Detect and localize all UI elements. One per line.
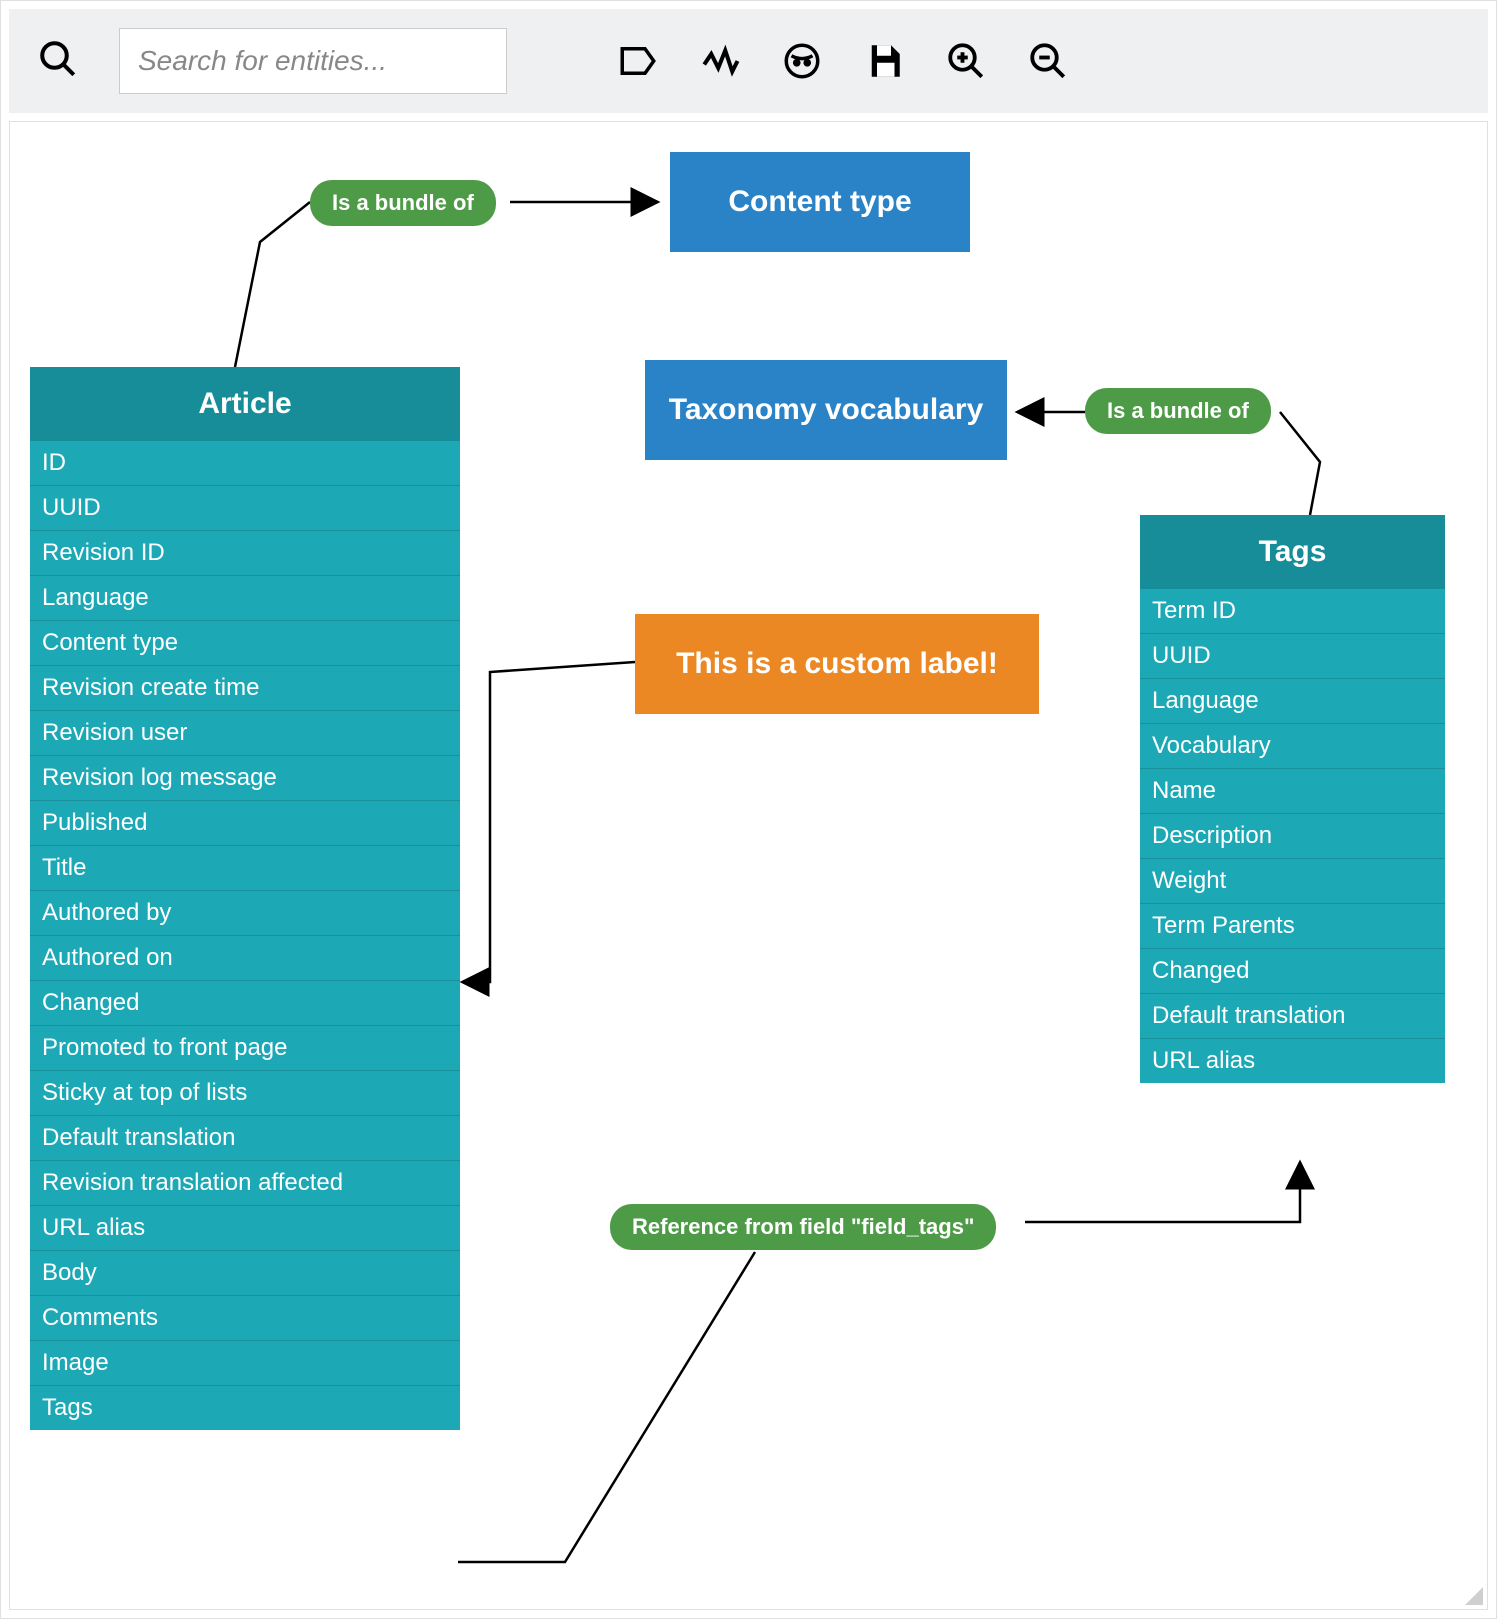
entity-article-field[interactable]: Default translation bbox=[30, 1116, 460, 1161]
type-box-taxonomy-vocabulary[interactable]: Taxonomy vocabulary bbox=[645, 360, 1007, 460]
entity-article-field[interactable]: Revision create time bbox=[30, 666, 460, 711]
edge-label-reference-tags[interactable]: Reference from field "field_tags" bbox=[610, 1204, 996, 1250]
entity-tags[interactable]: Tags Term IDUUIDLanguageVocabularyNameDe… bbox=[1140, 515, 1445, 1083]
entity-article-field[interactable]: Body bbox=[30, 1251, 460, 1296]
entity-tags-field[interactable]: Language bbox=[1140, 679, 1445, 724]
entity-article-field[interactable]: Comments bbox=[30, 1296, 460, 1341]
entity-article-field[interactable]: Sticky at top of lists bbox=[30, 1071, 460, 1116]
entity-tags-field[interactable]: Vocabulary bbox=[1140, 724, 1445, 769]
entity-article-field[interactable]: Language bbox=[30, 576, 460, 621]
entity-article-field[interactable]: Promoted to front page bbox=[30, 1026, 460, 1071]
entity-tags-title: Tags bbox=[1140, 515, 1445, 589]
diagram-canvas[interactable]: Content type Taxonomy vocabulary Is a bu… bbox=[9, 121, 1488, 1610]
entity-article-field[interactable]: ID bbox=[30, 441, 460, 486]
custom-label[interactable]: This is a custom label! bbox=[635, 614, 1039, 714]
entity-article-field[interactable]: Revision ID bbox=[30, 531, 460, 576]
activity-icon[interactable] bbox=[699, 40, 741, 82]
search-icon bbox=[37, 38, 79, 85]
entity-article-field[interactable]: URL alias bbox=[30, 1206, 460, 1251]
entity-tags-field[interactable]: Term ID bbox=[1140, 589, 1445, 634]
entity-article-field[interactable]: Changed bbox=[30, 981, 460, 1026]
search-input[interactable] bbox=[119, 28, 507, 94]
toolbar bbox=[9, 9, 1488, 113]
entity-tags-field[interactable]: Term Parents bbox=[1140, 904, 1445, 949]
entity-tags-field[interactable]: Changed bbox=[1140, 949, 1445, 994]
type-box-content-type[interactable]: Content type bbox=[670, 152, 970, 252]
entity-article-field[interactable]: Revision log message bbox=[30, 756, 460, 801]
entity-article-field[interactable]: Image bbox=[30, 1341, 460, 1386]
tag-icon[interactable] bbox=[617, 40, 659, 82]
entity-article-field[interactable]: Published bbox=[30, 801, 460, 846]
zoom-in-icon[interactable] bbox=[945, 40, 987, 82]
entity-article-field[interactable]: Authored by bbox=[30, 891, 460, 936]
entity-article-title: Article bbox=[30, 367, 460, 441]
entity-article-field[interactable]: UUID bbox=[30, 486, 460, 531]
edge-label-bundle-tags[interactable]: Is a bundle of bbox=[1085, 388, 1271, 434]
entity-tags-field[interactable]: URL alias bbox=[1140, 1039, 1445, 1083]
entity-article-field[interactable]: Content type bbox=[30, 621, 460, 666]
entity-tags-field[interactable]: Name bbox=[1140, 769, 1445, 814]
entity-tags-field[interactable]: Default translation bbox=[1140, 994, 1445, 1039]
zoom-out-icon[interactable] bbox=[1027, 40, 1069, 82]
entity-article-field[interactable]: Authored on bbox=[30, 936, 460, 981]
entity-article-field[interactable]: Tags bbox=[30, 1386, 460, 1430]
edge-label-bundle-article[interactable]: Is a bundle of bbox=[310, 180, 496, 226]
app-window: Content type Taxonomy vocabulary Is a bu… bbox=[0, 0, 1497, 1619]
face-icon[interactable] bbox=[781, 40, 823, 82]
save-icon[interactable] bbox=[863, 40, 905, 82]
entity-tags-field[interactable]: UUID bbox=[1140, 634, 1445, 679]
resize-handle-icon[interactable] bbox=[1465, 1587, 1483, 1605]
entity-article-field[interactable]: Revision user bbox=[30, 711, 460, 756]
entity-article-field[interactable]: Revision translation affected bbox=[30, 1161, 460, 1206]
entity-tags-field[interactable]: Weight bbox=[1140, 859, 1445, 904]
entity-tags-field[interactable]: Description bbox=[1140, 814, 1445, 859]
entity-article[interactable]: Article IDUUIDRevision IDLanguageContent… bbox=[30, 367, 460, 1430]
entity-article-field[interactable]: Title bbox=[30, 846, 460, 891]
